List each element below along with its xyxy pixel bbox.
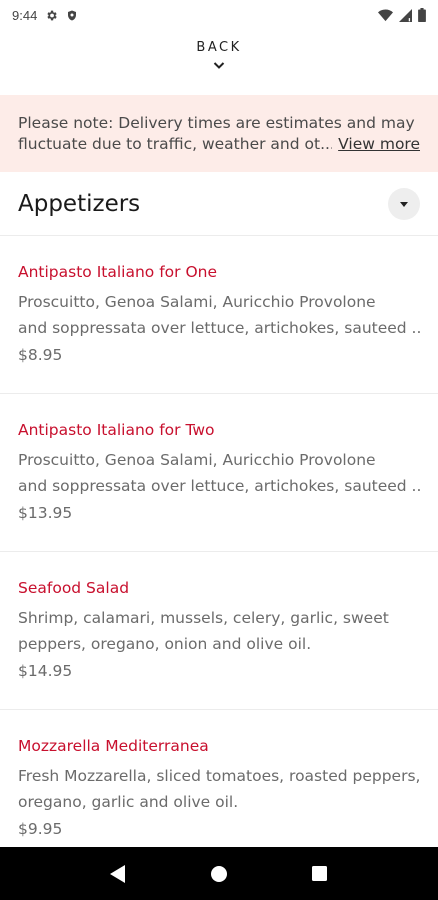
menu-item-desc-line: Fresh Mozzarella, sliced tomatoes, roast… bbox=[18, 767, 420, 785]
menu-item-name: Antipasto Italiano for One bbox=[18, 263, 218, 281]
menu-item[interactable]: Antipasto Italiano for One Proscuitto, G… bbox=[0, 236, 438, 394]
system-nav-bar bbox=[0, 847, 438, 900]
status-bar: 9:44 bbox=[0, 0, 438, 30]
section-toggle-button[interactable] bbox=[388, 187, 420, 220]
menu-item-price: $14.95 bbox=[18, 662, 73, 680]
menu-item-desc-line: and soppressata over lettuce, artichokes… bbox=[18, 319, 420, 337]
menu-item-desc-line: Proscuitto, Genoa Salami, Auricchio Prov… bbox=[18, 293, 376, 311]
menu-item-name: Mozzarella Mediterranea bbox=[18, 737, 209, 755]
section-header-appetizers[interactable]: Appetizers bbox=[0, 172, 438, 236]
chevron-down-icon bbox=[213, 57, 225, 75]
menu-item-description: Shrimp, calamari, mussels, celery, garli… bbox=[18, 605, 420, 657]
battery-icon bbox=[418, 8, 426, 22]
menu-item-name: Antipasto Italiano for Two bbox=[18, 421, 215, 439]
menu-item-desc-line: peppers, oregano, onion and olive oil. bbox=[18, 635, 312, 653]
menu-item-desc-line: oregano, garlic and olive oil. bbox=[18, 793, 239, 811]
menu-item[interactable]: Mozzarella Mediterranea Fresh Mozzarella… bbox=[0, 710, 438, 868]
menu-item-desc-line: Proscuitto, Genoa Salami, Auricchio Prov… bbox=[18, 451, 376, 469]
menu-item-desc-line: Shrimp, calamari, mussels, celery, garli… bbox=[18, 609, 389, 627]
menu-item-price: $13.95 bbox=[18, 504, 73, 522]
home-circle-icon[interactable] bbox=[199, 854, 239, 894]
gear-icon bbox=[45, 9, 58, 22]
menu-item-price: $8.95 bbox=[18, 346, 63, 364]
back-label: BACK bbox=[196, 40, 242, 55]
back-triangle-icon[interactable] bbox=[98, 854, 138, 894]
menu-item-description: Proscuitto, Genoa Salami, Auricchio Prov… bbox=[18, 289, 420, 341]
notice-text-line2: fluctuate due to traffic, weather and ot… bbox=[18, 135, 333, 153]
notice-text-line1: Please note: Delivery times are estimate… bbox=[18, 114, 415, 132]
menu-item-name: Seafood Salad bbox=[18, 579, 130, 597]
menu-item[interactable]: Seafood Salad Shrimp, calamari, mussels,… bbox=[0, 552, 438, 710]
signal-icon bbox=[399, 8, 412, 22]
menu-item-description: Proscuitto, Genoa Salami, Auricchio Prov… bbox=[18, 447, 420, 499]
wifi-icon bbox=[378, 9, 393, 22]
menu-item-desc-line: and soppressata over lettuce, artichokes… bbox=[18, 477, 420, 495]
caret-down-icon bbox=[400, 195, 408, 213]
section-title: Appetizers bbox=[18, 190, 141, 217]
menu-item[interactable]: Antipasto Italiano for Two Proscuitto, G… bbox=[0, 394, 438, 552]
shield-icon bbox=[66, 9, 78, 22]
delivery-notice-banner: Please note: Delivery times are estimate… bbox=[0, 95, 438, 172]
recents-square-icon[interactable] bbox=[300, 854, 340, 894]
status-time: 9:44 bbox=[12, 7, 38, 23]
back-button[interactable]: BACK bbox=[0, 40, 438, 75]
menu-item-price: $9.95 bbox=[18, 820, 63, 838]
menu-item-list: Antipasto Italiano for One Proscuitto, G… bbox=[0, 236, 438, 868]
menu-item-description: Fresh Mozzarella, sliced tomatoes, roast… bbox=[18, 763, 420, 815]
view-more-link[interactable]: View more bbox=[338, 134, 420, 155]
